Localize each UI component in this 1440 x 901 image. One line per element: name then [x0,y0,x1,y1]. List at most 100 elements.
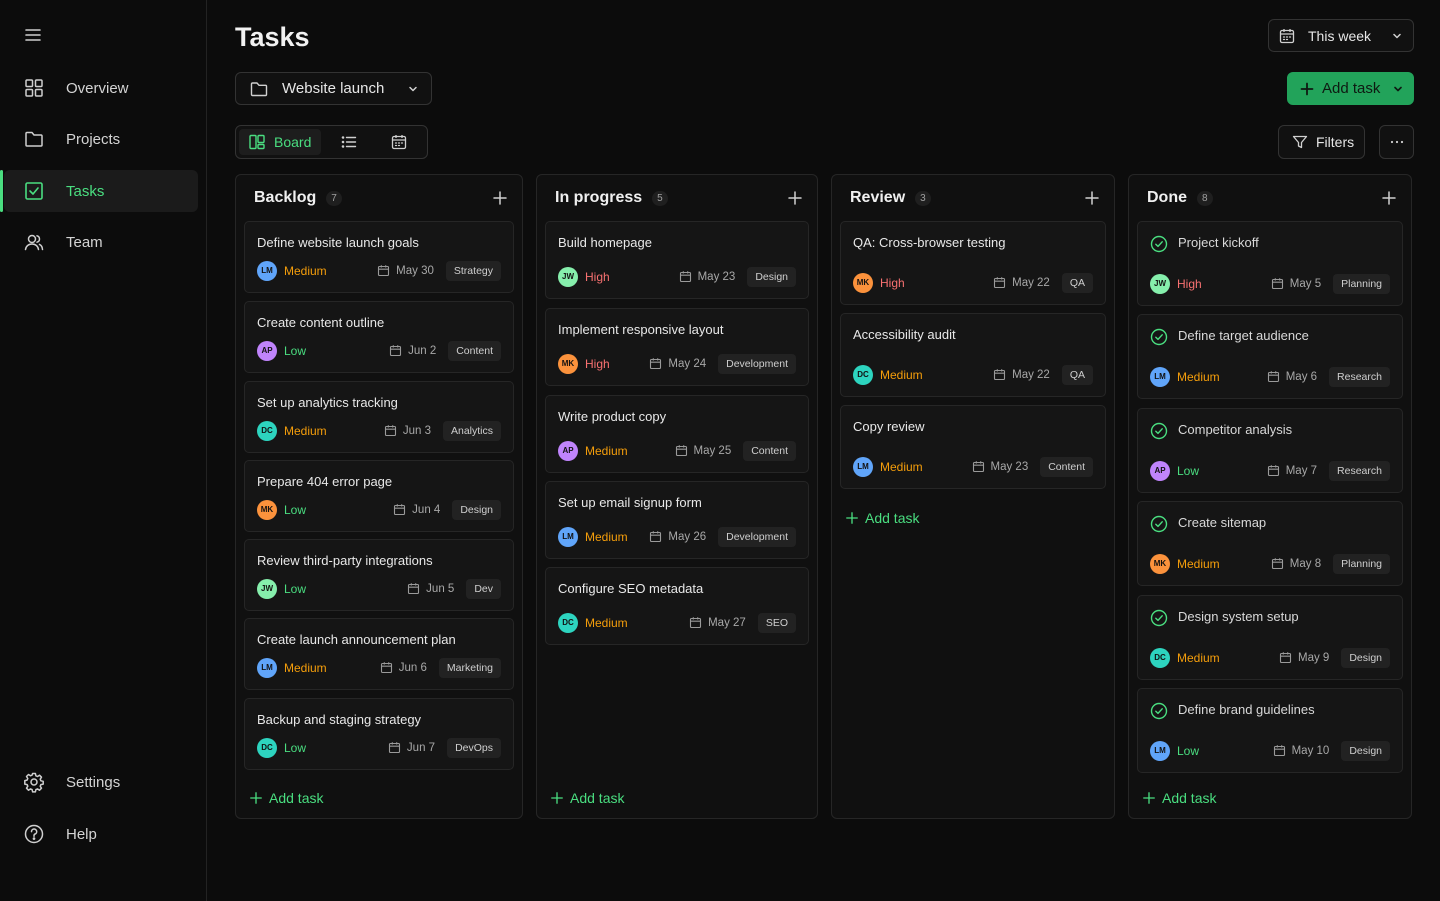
board-view-button[interactable]: Board [239,129,321,155]
more-options-button[interactable] [1379,125,1414,159]
due-date: May 22 [1012,276,1050,289]
due-date: Jun 5 [426,582,455,595]
task-card[interactable]: Copy review LM Medium May 23 Content [840,405,1106,489]
priority-label: Medium [284,263,327,278]
avatar: DC [853,364,873,385]
add-card-plus-icon[interactable] [492,190,508,206]
task-card[interactable]: Define website launch goals LM Medium May 3… [244,221,514,293]
check-circle-icon[interactable] [1150,609,1168,627]
avatar: AP [558,440,578,461]
due-date: Jun 3 [402,424,431,437]
check-circle-icon[interactable] [1150,702,1168,720]
list-icon [340,133,358,151]
task-title: Competitor analysis [1178,422,1293,437]
hamburger-menu-icon[interactable] [22,24,44,46]
tag-badge: Planning [1333,273,1390,294]
task-card[interactable]: Implement responsive layout MK High May 24 D… [545,308,809,386]
task-card[interactable]: Competitor analysis AP Low May 7 Research [1137,408,1403,493]
task-title: Implement responsive layout [558,322,724,337]
task-title: Accessibility audit [853,327,956,342]
calendar-icon [384,424,397,437]
task-card[interactable]: QA: Cross-browser testing MK High May 22 QA [840,221,1106,305]
task-card[interactable]: Set up analytics tracking DC Medium Jun 3 An… [244,381,514,453]
tag-badge: Analytics [442,420,501,441]
sidebar-item-label: Settings [66,773,121,791]
calendar-view-button[interactable] [374,129,424,155]
avatar: LM [558,526,578,547]
sidebar-item-projects[interactable]: Projects [4,118,198,160]
column-title: Done [1147,189,1187,206]
filters-button[interactable]: Filters [1278,125,1365,159]
board-view-label: Board [274,134,312,150]
check-circle-icon[interactable] [1150,422,1168,440]
task-title: Define target audience [1178,328,1309,343]
due-date: May 27 [708,616,746,629]
add-task-button[interactable]: Add task [1287,72,1414,105]
check-circle-icon[interactable] [1150,515,1168,533]
sidebar-item-overview[interactable]: Overview [4,67,198,109]
task-meta: DC Low Jun 7 DevOps [257,737,501,758]
avatar: AP [1150,460,1170,481]
chevron-down-icon[interactable] [1392,83,1404,95]
check-circle-icon[interactable] [1150,328,1168,346]
task-card[interactable]: Configure SEO metadata DC Medium May 27 SEO [545,567,809,645]
sidebar-item-help[interactable]: Help [4,813,198,855]
due-date: May 26 [668,530,707,543]
priority-label: Low [284,740,307,755]
task-card[interactable]: Accessibility audit DC Medium May 22 QA [840,313,1106,397]
priority-label: Medium [585,443,628,458]
sidebar-item-team[interactable]: Team [4,221,198,263]
task-card[interactable]: Write product copy AP Medium May 25 Content [545,395,809,473]
task-card[interactable]: Define target audience LM Medium May 6 Resea… [1137,314,1403,399]
due-date: May 6 [1285,370,1318,383]
calendar-icon [377,264,390,277]
due-date: May 22 [1012,368,1050,381]
sidebar: Overview Projects Tasks Team Settings He… [0,0,207,901]
add-card-plus-icon[interactable] [787,190,803,206]
list-view-button[interactable] [325,129,375,155]
task-card[interactable]: Design system setup DC Medium May 9 Design [1137,595,1403,680]
due-date: May 8 [1289,557,1322,570]
due-date: May 23 [990,460,1029,473]
project-select-value: Website launch [282,80,385,97]
task-title: Write product copy [558,409,667,424]
date-range-select[interactable]: This week [1268,19,1414,52]
task-card[interactable]: Create content outline AP Low Jun 2 Content [244,301,514,373]
calendar-icon [675,444,688,457]
task-card[interactable]: Create sitemap MK Medium May 8 Planning [1137,501,1403,586]
add-card-plus-icon[interactable] [1084,190,1100,206]
column-title: Backlog [254,189,317,206]
column-count-badge: 5 [652,190,668,206]
task-card[interactable]: Define brand guidelines LM Low May 10 Design [1137,688,1403,773]
add-task-link[interactable]: Add task [249,790,323,806]
tag-badge: Development [718,353,796,374]
check-circle-icon[interactable] [1150,235,1168,253]
task-card[interactable]: Review third-party integrations JW Low Jun … [244,539,514,611]
sidebar-item-settings[interactable]: Settings [4,761,198,803]
tag-badge: Research [1329,366,1390,387]
add-task-link[interactable]: Add task [1142,790,1216,806]
sidebar-item-label: Tasks [66,182,105,200]
task-card[interactable]: Prepare 404 error page MK Low Jun 4 Design [244,460,514,532]
add-task-link[interactable]: Add task [845,510,919,526]
task-meta: LM Medium May 6 Research [1150,366,1390,387]
task-card[interactable]: Build homepage JW High May 23 Design [545,221,809,299]
help-icon [23,823,45,845]
add-task-link[interactable]: Add task [550,790,624,806]
task-card[interactable]: Set up email signup form LM Medium May 26 De… [545,481,809,559]
task-card[interactable]: Create launch announcement plan LM Medium J… [244,618,514,690]
folder-icon [249,79,269,99]
tag-badge: Design [747,266,796,287]
task-title: Design system setup [1178,609,1299,624]
avatar: LM [853,456,873,477]
add-card-plus-icon[interactable] [1381,190,1397,206]
project-select[interactable]: Website launch [235,72,432,105]
users-icon [23,231,45,253]
task-card[interactable]: Backup and staging strategy DC Low Jun 7 Dev… [244,698,514,770]
column-title: Review [850,189,906,206]
grid-icon [23,77,45,99]
avatar: MK [853,272,873,293]
sidebar-item-tasks[interactable]: Tasks [0,170,198,212]
task-card[interactable]: Project kickoff JW High May 5 Planning [1137,221,1403,306]
calendar-icon [1273,744,1286,757]
